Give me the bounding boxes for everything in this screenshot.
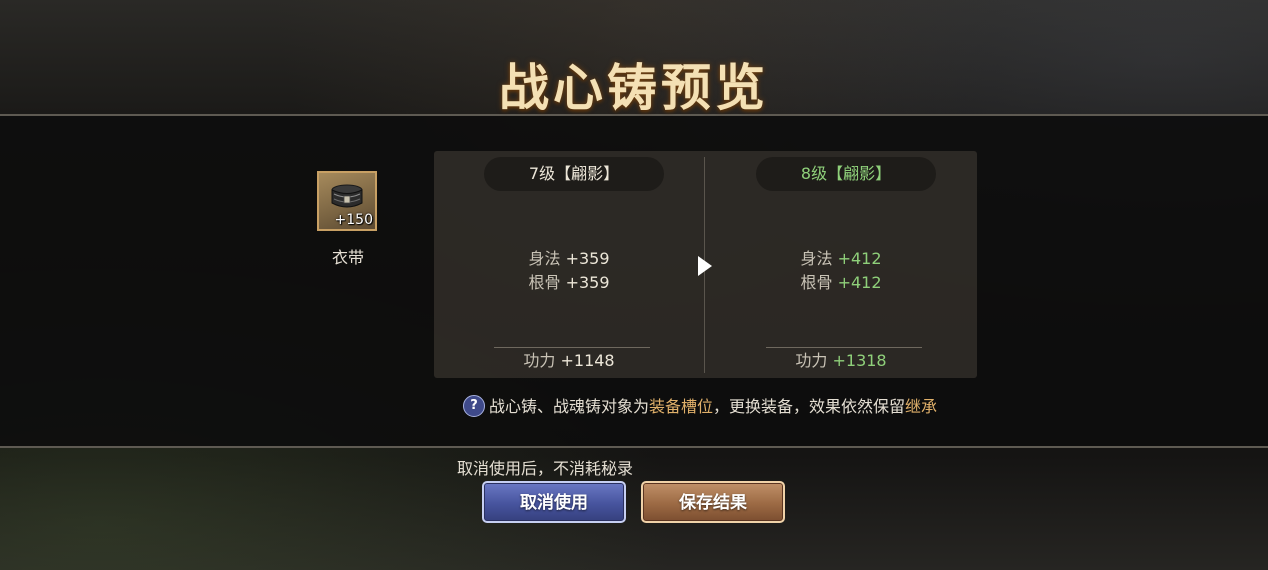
stat-name: 根骨 xyxy=(800,273,833,292)
next-stats: 身法 +412 根骨 +412 xyxy=(706,247,976,295)
stat-row: 根骨 +359 xyxy=(434,271,704,295)
current-level-column: 7级【翩影】 身法 +359 根骨 +359 功力 +1148 xyxy=(434,151,704,378)
stat-name: 身法 xyxy=(800,249,833,268)
cancel-button[interactable]: 取消使用 xyxy=(482,481,626,523)
tip-text: ，更换装备，效果依然保留 xyxy=(713,397,906,416)
power-divider xyxy=(494,347,650,348)
stat-row: 身法 +412 xyxy=(706,247,976,271)
stat-value: +412 xyxy=(837,273,882,292)
power-divider xyxy=(766,347,922,348)
stat-value: +359 xyxy=(565,273,610,292)
comparison-panel: 7级【翩影】 身法 +359 根骨 +359 功力 +1148 8级【翩影】 身… xyxy=(434,151,977,378)
game-screen: 战心铸预览 +150 衣带 7级【翩影】 身法 +359 根骨 +359 功力 … xyxy=(0,0,1268,570)
equipment-bonus: +150 xyxy=(334,212,373,228)
help-icon[interactable]: ? xyxy=(463,395,485,417)
next-power: 功力 +1318 xyxy=(706,349,976,373)
power-label: 功力 xyxy=(795,351,828,370)
belt-icon xyxy=(331,184,363,208)
current-level-label: 7级【翩影】 xyxy=(484,157,664,191)
stat-row: 根骨 +412 xyxy=(706,271,976,295)
power-value: +1318 xyxy=(832,351,887,370)
page-title: 战心铸预览 xyxy=(499,58,769,117)
power-label: 功力 xyxy=(523,351,556,370)
stat-name: 根骨 xyxy=(528,273,561,292)
next-level-label: 8级【翩影】 xyxy=(756,157,936,191)
stat-value: +412 xyxy=(837,249,882,268)
tip-line: ? 战心铸、战魂铸对象为装备槽位，更换装备，效果依然保留继承 xyxy=(463,395,937,419)
tip-highlight: 继承 xyxy=(905,397,938,416)
tip-text: 战心铸、战魂铸对象为 xyxy=(489,397,650,416)
next-level-column: 8级【翩影】 身法 +412 根骨 +412 功力 +1318 xyxy=(706,151,976,378)
current-stats: 身法 +359 根骨 +359 xyxy=(434,247,704,295)
power-value: +1148 xyxy=(560,351,615,370)
tip-highlight: 装备槽位 xyxy=(649,397,714,416)
stat-row: 身法 +359 xyxy=(434,247,704,271)
stat-name: 身法 xyxy=(528,249,561,268)
stat-value: +359 xyxy=(565,249,610,268)
save-button[interactable]: 保存结果 xyxy=(641,481,785,523)
equipment-slot[interactable]: +150 xyxy=(317,171,377,231)
current-power: 功力 +1148 xyxy=(434,349,704,373)
cancel-notice: 取消使用后，不消耗秘录 xyxy=(457,459,634,478)
equipment-name: 衣带 xyxy=(331,248,364,267)
